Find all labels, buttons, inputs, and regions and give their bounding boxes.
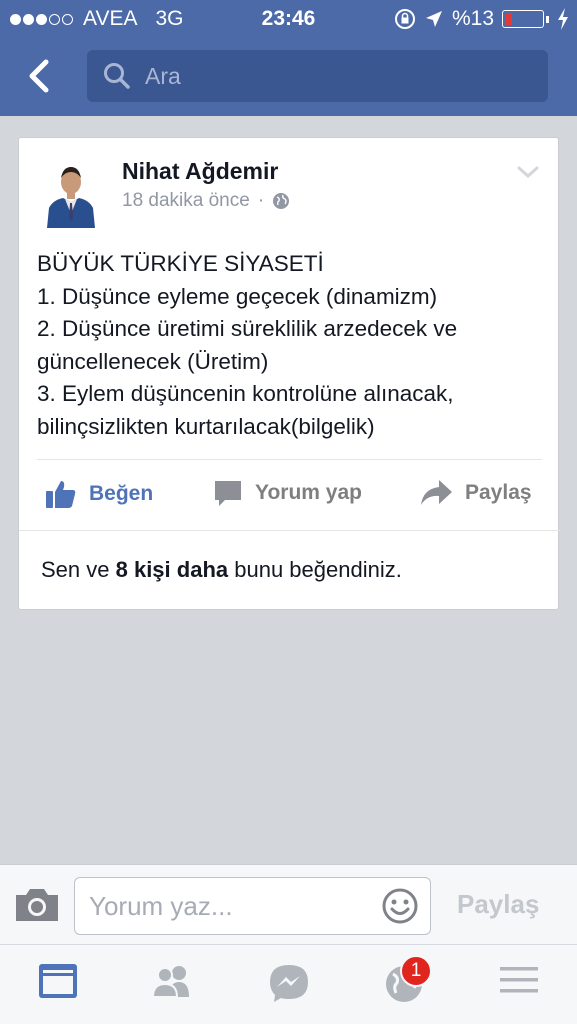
comment-share-button[interactable]: Paylaş	[457, 889, 539, 920]
post-line: 2. Düşünce üretimi süreklilik arzedecek …	[37, 316, 458, 341]
comment-composer: Paylaş	[0, 864, 577, 944]
comment-button[interactable]: Yorum yap	[213, 478, 362, 508]
search-bar[interactable]	[87, 50, 548, 102]
search-input[interactable]	[145, 50, 525, 102]
search-icon	[104, 63, 130, 89]
share-arrow-icon	[421, 480, 452, 505]
comment-input[interactable]	[89, 878, 379, 934]
likes-prefix: Sen ve	[41, 557, 116, 582]
tab-notifications[interactable]: 1	[374, 955, 434, 1011]
camera-button[interactable]	[14, 887, 60, 928]
location-arrow-icon	[425, 11, 442, 27]
messenger-icon	[270, 965, 308, 1002]
post-actions: Beğen Yorum yap Paylaş	[19, 460, 560, 530]
menu-icon	[500, 967, 538, 993]
chevron-down-icon	[517, 166, 539, 179]
camera-icon	[16, 889, 58, 921]
divider	[19, 530, 560, 531]
news-feed-icon	[39, 964, 77, 998]
post-body: BÜYÜK TÜRKİYE SİYASETİ 1. Düşünce eyleme…	[37, 248, 542, 443]
post-author-name[interactable]: Nihat Ağdemir	[122, 158, 278, 185]
tab-friends[interactable]	[142, 963, 202, 1011]
share-button[interactable]: Paylaş	[419, 478, 532, 508]
back-button[interactable]	[22, 56, 62, 96]
likes-summary[interactable]: Sen ve 8 kişi daha bunu beğendiniz.	[41, 557, 402, 583]
battery-icon	[502, 10, 544, 28]
thumbs-up-icon	[46, 481, 76, 508]
notification-badge: 1	[400, 955, 432, 987]
meta-separator: ·	[257, 190, 265, 211]
tab-menu[interactable]	[489, 963, 549, 1011]
friends-icon	[151, 966, 189, 998]
post-line: BÜYÜK TÜRKİYE SİYASETİ	[37, 251, 324, 276]
charging-bolt-icon	[558, 8, 568, 30]
like-button[interactable]: Beğen	[45, 478, 153, 510]
post-line: güncellenecek (Üretim)	[37, 348, 269, 374]
post-meta: 18 dakika önce ·	[122, 190, 290, 212]
comment-icon	[215, 481, 241, 506]
avatar[interactable]	[41, 156, 101, 228]
tab-bar: 1	[0, 944, 577, 1024]
post-line: bilinçsizlikten kurtarılacak(bilgelik)	[37, 413, 375, 439]
comment-label: Yorum yap	[255, 481, 362, 504]
top-bar: AVEA 3G 23:46 %13	[0, 0, 577, 116]
likes-suffix: bunu beğendiniz.	[228, 557, 402, 582]
tab-news-feed[interactable]	[28, 963, 88, 1011]
share-label: Paylaş	[465, 481, 532, 504]
rotation-lock-icon	[394, 9, 415, 29]
smiley-icon[interactable]	[382, 888, 418, 924]
post-line: 1. Düşünce eyleme geçecek (dinamizm)	[37, 283, 438, 309]
post-timestamp[interactable]: 18 dakika önce	[122, 190, 250, 212]
battery-percent: %13	[451, 7, 494, 30]
post-line: 3. Eylem düşüncenin kontrolüne alınacak,	[37, 381, 454, 406]
comment-input-box[interactable]	[74, 877, 431, 935]
tab-messenger[interactable]	[259, 963, 319, 1011]
post-options-button[interactable]	[516, 164, 540, 185]
globe-icon	[273, 193, 290, 209]
status-bar: AVEA 3G 23:46 %13	[0, 0, 577, 40]
like-label: Beğen	[89, 482, 154, 505]
post-card: Nihat Ağdemir 18 dakika önce · BÜYÜK TÜR…	[18, 137, 560, 610]
likes-count-link[interactable]: 8 kişi daha	[116, 557, 229, 582]
back-chevron-icon	[29, 59, 49, 93]
